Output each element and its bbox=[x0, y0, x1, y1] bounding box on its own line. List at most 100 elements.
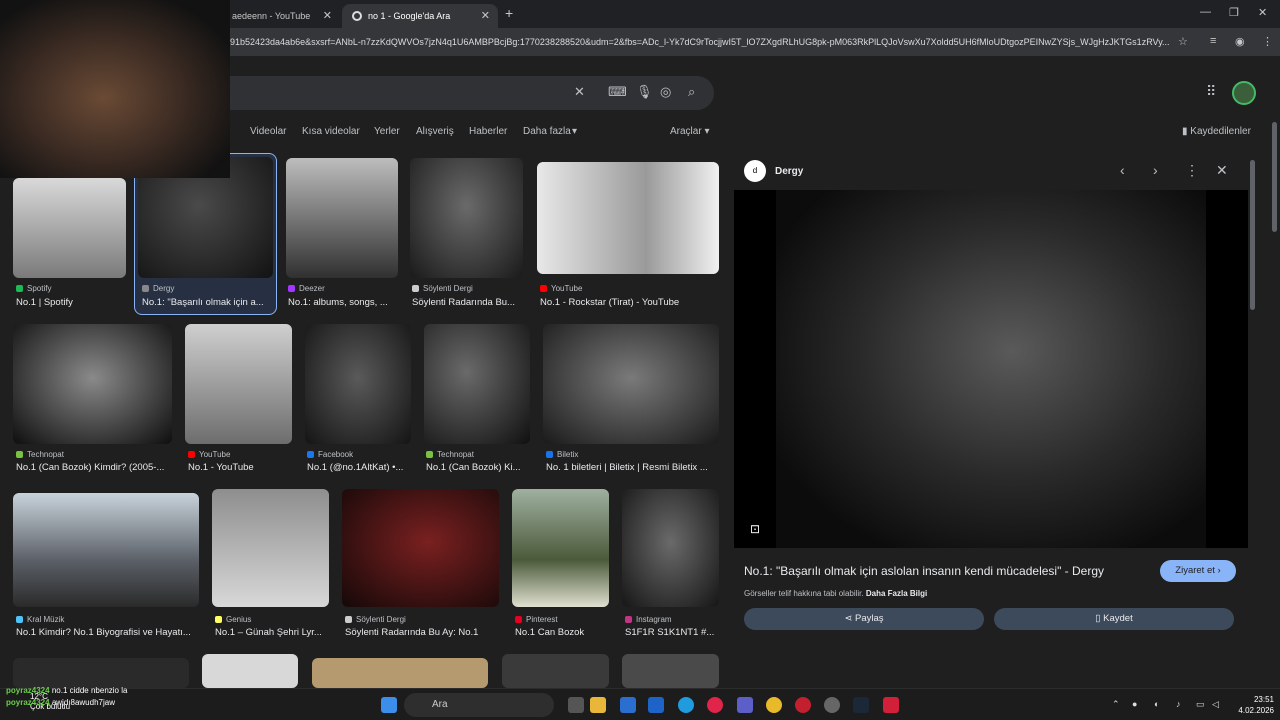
result-image[interactable] bbox=[185, 324, 292, 444]
media-icon[interactable]: ≡ bbox=[1210, 35, 1216, 47]
url-field[interactable]: 91b52423da4ab6e&sxsrf=ANbL-n7zzKdQWVOs7j… bbox=[230, 37, 1170, 47]
result-image[interactable] bbox=[537, 162, 719, 274]
windows-start-icon[interactable] bbox=[381, 697, 397, 713]
menu-icon[interactable]: ⋮ bbox=[1262, 35, 1273, 48]
result-image[interactable] bbox=[202, 654, 298, 688]
keyboard-icon[interactable]: ⌨ bbox=[608, 84, 627, 100]
outlook-icon[interactable] bbox=[648, 697, 664, 713]
app-icon[interactable] bbox=[824, 697, 840, 713]
new-tab-button[interactable]: + bbox=[505, 5, 513, 21]
tray-icon[interactable]: ◐ bbox=[1154, 699, 1159, 709]
result-image[interactable] bbox=[305, 324, 411, 444]
result-image[interactable] bbox=[502, 654, 609, 688]
result-title[interactable]: No.1 Kimdir? No.1 Biyografisi ve Hayatı.… bbox=[16, 627, 198, 638]
result-title[interactable]: No.1 | Spotify bbox=[16, 297, 128, 308]
preview-caption[interactable]: No.1: "Başarılı olmak için aslolan insan… bbox=[744, 564, 1104, 578]
search-box[interactable]: ✕ ⌨ 🎙 ◎ ⌕ bbox=[200, 76, 714, 110]
result-image[interactable] bbox=[13, 658, 189, 688]
chat-message: poyraz4324 no.1 cidde nbenzio la bbox=[6, 686, 127, 696]
site-name[interactable]: Dergy bbox=[775, 166, 803, 177]
share-button[interactable]: ⋖ Paylaş bbox=[744, 608, 984, 630]
result-image[interactable] bbox=[424, 324, 530, 444]
chevron-left-icon[interactable]: ‹ bbox=[1120, 162, 1125, 178]
store-icon[interactable] bbox=[620, 697, 636, 713]
youtube-icon bbox=[188, 451, 195, 458]
search-icon[interactable]: ⌕ bbox=[688, 84, 695, 100]
clock[interactable]: 23:51 4.02.2026 bbox=[1228, 694, 1274, 716]
result-title[interactable]: No.1: "Başarılı olmak için a... bbox=[142, 297, 270, 308]
more-vert-icon[interactable]: ⋮ bbox=[1185, 162, 1199, 179]
result-title[interactable]: No.1 – Günah Şehri Lyr... bbox=[215, 627, 327, 638]
clear-icon[interactable]: ✕ bbox=[574, 84, 585, 100]
filter-shopping[interactable]: Alışveriş bbox=[416, 126, 454, 137]
result-title[interactable]: No.1 - YouTube bbox=[188, 462, 292, 473]
result-title[interactable]: Söylenti Radarında Bu Ay: No.1 bbox=[345, 627, 499, 638]
result-title[interactable]: No.1: albums, songs, ... bbox=[288, 297, 400, 308]
lens-icon[interactable]: ◎ bbox=[660, 84, 671, 100]
result-title[interactable]: No.1 - Rockstar (Tirat) - YouTube bbox=[540, 297, 720, 308]
result-image[interactable] bbox=[342, 489, 499, 607]
result-image[interactable] bbox=[622, 654, 719, 688]
edge-icon[interactable] bbox=[678, 697, 694, 713]
chevron-right-icon[interactable]: › bbox=[1153, 162, 1158, 178]
page-scrollbar[interactable] bbox=[1272, 122, 1277, 232]
result-image[interactable] bbox=[622, 489, 719, 607]
result-title[interactable]: No.1 (Can Bozok) Ki... bbox=[426, 462, 530, 473]
filter-videos[interactable]: Videolar bbox=[250, 126, 287, 137]
mic-icon[interactable]: ♪ bbox=[1176, 699, 1181, 709]
media-player-icon[interactable] bbox=[707, 697, 723, 713]
filter-short-videos[interactable]: Kısa videolar bbox=[302, 126, 360, 137]
result-image[interactable] bbox=[286, 158, 398, 278]
teams-icon[interactable] bbox=[737, 697, 753, 713]
filter-more[interactable]: Daha fazla bbox=[523, 126, 571, 137]
volume-icon[interactable]: ◁ bbox=[1212, 699, 1219, 710]
filter-news[interactable]: Haberler bbox=[469, 126, 507, 137]
filter-places[interactable]: Yerler bbox=[374, 126, 400, 137]
panel-scrollbar[interactable] bbox=[1250, 160, 1255, 310]
close-window-icon[interactable]: ✕ bbox=[1258, 6, 1267, 19]
close-icon[interactable]: ✕ bbox=[323, 9, 332, 22]
tray-icon[interactable]: ● bbox=[1132, 699, 1137, 709]
profile-icon[interactable]: ◉ bbox=[1235, 35, 1245, 48]
close-icon[interactable]: ✕ bbox=[481, 9, 490, 22]
result-title[interactable]: Söylenti Radarında Bu... bbox=[412, 297, 524, 308]
opera-icon[interactable] bbox=[795, 697, 811, 713]
bookmark-star-icon[interactable]: ☆ bbox=[1178, 35, 1188, 48]
result-title[interactable]: No. 1 biletleri | Biletix | Resmi Bileti… bbox=[546, 462, 718, 473]
result-image[interactable] bbox=[13, 178, 126, 278]
result-image[interactable] bbox=[212, 489, 329, 607]
close-icon[interactable]: ✕ bbox=[1216, 162, 1228, 179]
tab-google-search[interactable]: no 1 - Google'da Ara ✕ bbox=[342, 4, 498, 28]
steam-icon[interactable] bbox=[853, 697, 869, 713]
more-info-link[interactable]: Daha Fazla Bilgi bbox=[866, 589, 927, 598]
minimize-icon[interactable]: — bbox=[1200, 6, 1211, 18]
taskbar-search[interactable]: Ara bbox=[404, 693, 554, 717]
restore-icon[interactable]: ❐ bbox=[1229, 6, 1239, 19]
tools-button[interactable]: Araçlar ▾ bbox=[670, 126, 710, 137]
chrome-icon[interactable] bbox=[766, 697, 782, 713]
result-image[interactable] bbox=[13, 493, 199, 607]
saved-button[interactable]: ▮ Kaydedilenler bbox=[1182, 126, 1251, 137]
result-title[interactable]: S1F1R S1K1NT1 #... bbox=[625, 627, 719, 638]
result-title[interactable]: No.1 (@no.1AltKat) •... bbox=[307, 462, 411, 473]
result-image[interactable] bbox=[312, 658, 488, 688]
result-image[interactable] bbox=[512, 489, 609, 607]
file-explorer-icon[interactable] bbox=[590, 697, 606, 713]
result-image[interactable] bbox=[543, 324, 719, 444]
task-view-icon[interactable] bbox=[568, 697, 584, 713]
mic-icon[interactable]: 🎙 bbox=[636, 84, 653, 100]
result-image[interactable] bbox=[410, 158, 523, 278]
result-image[interactable] bbox=[13, 324, 172, 444]
chevron-up-icon[interactable]: ⌃ bbox=[1112, 699, 1120, 710]
apps-grid-icon[interactable]: ⠿ bbox=[1206, 83, 1216, 100]
tab-youtube[interactable]: aedeenn - YouTube ✕ bbox=[222, 4, 340, 28]
avatar[interactable] bbox=[1232, 81, 1256, 105]
lens-search-icon[interactable]: ⊡ bbox=[750, 522, 760, 536]
result-title[interactable]: No.1 (Can Bozok) Kimdir? (2005-... bbox=[16, 462, 172, 473]
visit-button[interactable]: Ziyaret et › bbox=[1160, 560, 1236, 582]
app-icon[interactable] bbox=[883, 697, 899, 713]
preview-image[interactable]: ⊡ bbox=[734, 190, 1248, 548]
network-icon[interactable]: ▭ bbox=[1196, 699, 1205, 710]
result-title[interactable]: No.1 Can Bozok bbox=[515, 627, 611, 638]
save-button[interactable]: ▯ Kaydet bbox=[994, 608, 1234, 630]
